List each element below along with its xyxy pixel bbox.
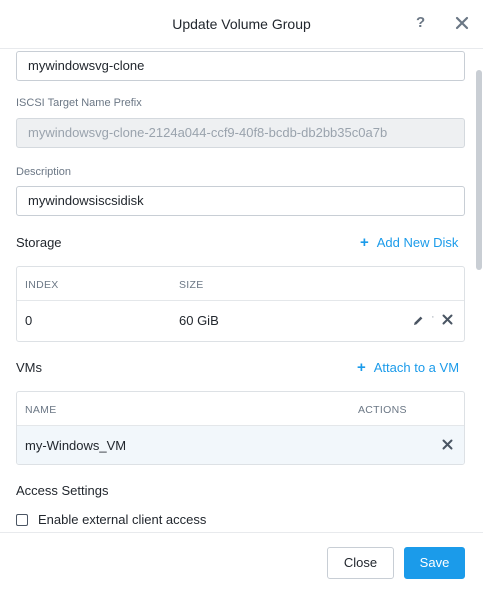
vms-table: NAME ACTIONS my-Windows_VM (16, 391, 465, 465)
modal-header: Update Volume Group ? (0, 0, 483, 49)
plus-icon: + (360, 234, 369, 251)
x-icon[interactable] (442, 314, 453, 325)
external-access-checkbox[interactable] (16, 514, 28, 526)
column-index: INDEX (25, 279, 59, 291)
description-label: Description (16, 166, 72, 178)
modal-title: Update Volume Group (172, 16, 311, 32)
external-access-label: Enable external client access (38, 512, 207, 527)
pencil-icon[interactable] (413, 315, 424, 326)
close-button[interactable]: Close (327, 547, 394, 579)
description-input[interactable]: mywindowsiscsidisk (16, 186, 465, 216)
disk-index: 0 (25, 313, 33, 328)
column-actions: ACTIONS (358, 404, 407, 416)
save-button[interactable]: Save (404, 547, 465, 579)
modal-body: mywindowsvg-clone ISCSI Target Name Pref… (0, 50, 483, 532)
add-new-disk-link[interactable]: + Add New Disk (360, 234, 458, 251)
storage-table-header: INDEX SIZE (17, 267, 464, 301)
help-icon[interactable]: ? (416, 14, 425, 31)
iscsi-prefix-input: mywindowsvg-clone-2124a044-ccf9-40f8-bcd… (16, 118, 465, 148)
column-name: NAME (25, 404, 57, 416)
column-size: SIZE (179, 279, 204, 291)
modal-footer: Close Save (0, 532, 483, 589)
separator-dot: · (431, 311, 435, 323)
scrollbar[interactable] (476, 70, 482, 270)
vms-table-header: NAME ACTIONS (17, 392, 464, 426)
access-settings-title: Access Settings (16, 483, 109, 498)
add-new-disk-label: Add New Disk (376, 235, 459, 250)
attach-vm-label: Attach to a VM (373, 360, 460, 375)
table-row: 0 60 GiB · (17, 301, 464, 339)
close-icon[interactable] (454, 15, 470, 31)
storage-title: Storage (16, 235, 62, 250)
plus-icon: + (357, 359, 366, 376)
vm-name: my-Windows_VM (25, 438, 127, 453)
storage-table: INDEX SIZE 0 60 GiB · (16, 266, 465, 342)
disk-size: 60 GiB (179, 313, 219, 328)
iscsi-label: ISCSI Target Name Prefix (16, 97, 142, 109)
name-input[interactable]: mywindowsvg-clone (16, 51, 465, 81)
vms-title: VMs (16, 360, 42, 375)
table-row: my-Windows_VM (17, 426, 464, 464)
x-icon[interactable] (442, 439, 453, 450)
attach-vm-link[interactable]: + Attach to a VM (357, 359, 459, 376)
